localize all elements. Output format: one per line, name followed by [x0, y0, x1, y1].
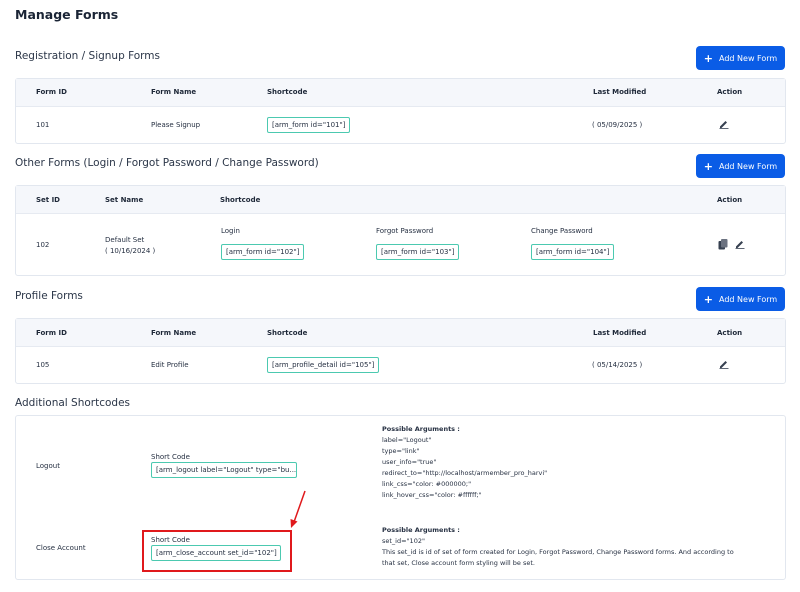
argument-line: user_info="true": [382, 458, 437, 466]
registration-section-title: Registration / Signup Forms: [15, 50, 161, 62]
additional-section-title: Additional Shortcodes: [15, 397, 131, 409]
short-code-label: Short Code: [151, 536, 190, 544]
set-id-cell: 102: [36, 241, 50, 249]
login-label: Login: [221, 227, 240, 235]
add-button-label: Add New Form: [719, 53, 778, 63]
col-header-action: Action: [717, 88, 743, 96]
set-name-cell: Default Set: [105, 236, 145, 244]
forgot-password-shortcode-field[interactable]: [arm_form id="103"]: [376, 244, 460, 260]
col-header-form-id: Form ID: [36, 88, 67, 96]
logout-name: Logout: [36, 462, 60, 470]
argument-line: redirect_to="http://localhost/armember_p…: [382, 469, 548, 477]
profile-section-title: Profile Forms: [15, 290, 83, 302]
form-name-cell: Edit Profile: [151, 361, 189, 369]
col-header-set-name: Set Name: [105, 196, 144, 204]
other-section-title: Other Forms (Login / Forgot Password / C…: [15, 157, 319, 169]
close-account-shortcode-field[interactable]: [arm_close_account set_id="102"]: [151, 545, 281, 561]
shortcode-field[interactable]: [arm_form id="101"]: [267, 117, 351, 133]
col-header-shortcode: Shortcode: [267, 88, 308, 96]
col-header-action: Action: [717, 329, 743, 337]
col-header-shortcode: Shortcode: [267, 329, 308, 337]
change-password-shortcode-field[interactable]: [arm_form id="104"]: [531, 244, 615, 260]
add-button-label: Add New Form: [719, 294, 778, 304]
add-other-form-button[interactable]: + Add New Form: [696, 154, 785, 178]
table-header: [16, 79, 785, 107]
col-header-form-name: Form Name: [151, 88, 197, 96]
registration-table: [15, 78, 786, 144]
logout-shortcode-field[interactable]: [arm_logout label="Logout" type="bu...: [151, 462, 297, 478]
form-id-cell: 105: [36, 361, 50, 369]
col-header-form-name: Form Name: [151, 329, 197, 337]
profile-table: [15, 318, 786, 384]
close-account-possible-arguments: Possible Arguments : set_id="102" This s…: [382, 525, 782, 569]
add-profile-form-button[interactable]: + Add New Form: [696, 287, 785, 311]
set-date-cell: ( 10/16/2024 ): [105, 247, 156, 255]
col-header-set-id: Set ID: [36, 196, 60, 204]
add-registration-form-button[interactable]: + Add New Form: [696, 46, 785, 70]
argument-line: link_css="color: #000000;": [382, 480, 472, 488]
login-shortcode-field[interactable]: [arm_form id="102"]: [221, 244, 305, 260]
arguments-title: Possible Arguments :: [382, 425, 460, 433]
arguments-title: Possible Arguments :: [382, 526, 460, 534]
last-modified-cell: ( 05/14/2025 ): [592, 361, 643, 369]
close-account-name: Close Account: [36, 544, 86, 552]
edit-icon[interactable]: [735, 239, 745, 249]
argument-line: label="Logout": [382, 436, 432, 444]
plus-icon: +: [703, 51, 714, 65]
logout-possible-arguments: Possible Arguments : label="Logout" type…: [382, 424, 782, 501]
col-header-action: Action: [717, 196, 743, 204]
short-code-label: Short Code: [151, 453, 190, 461]
argument-line: link_hover_css="color: #ffffff;": [382, 491, 482, 499]
col-header-shortcode: Shortcode: [220, 196, 261, 204]
forgot-password-label: Forgot Password: [376, 227, 434, 235]
change-password-label: Change Password: [531, 227, 593, 235]
page-title: Manage Forms: [15, 7, 119, 22]
shortcode-field[interactable]: [arm_profile_detail id="105"]: [267, 357, 380, 373]
add-button-label: Add New Form: [719, 161, 778, 171]
edit-icon[interactable]: [719, 359, 729, 369]
col-header-last-modified: Last Modified: [593, 329, 647, 337]
last-modified-cell: ( 05/09/2025 ): [592, 121, 643, 129]
plus-icon: +: [703, 292, 714, 306]
plus-icon: +: [703, 159, 714, 173]
copy-icon[interactable]: [718, 239, 728, 250]
argument-line: type="link": [382, 447, 420, 455]
argument-line: set_id="102": [382, 537, 425, 545]
table-header: [16, 319, 785, 347]
col-header-last-modified: Last Modified: [593, 88, 647, 96]
col-header-form-id: Form ID: [36, 329, 67, 337]
edit-icon[interactable]: [719, 119, 729, 129]
form-name-cell: Please Signup: [151, 121, 201, 129]
annotation-arrow: [290, 490, 306, 528]
argument-line: This set_id is id of set of form created…: [382, 548, 734, 556]
argument-line: that set, Close account form styling wil…: [382, 559, 535, 567]
form-id-cell: 101: [36, 121, 50, 129]
